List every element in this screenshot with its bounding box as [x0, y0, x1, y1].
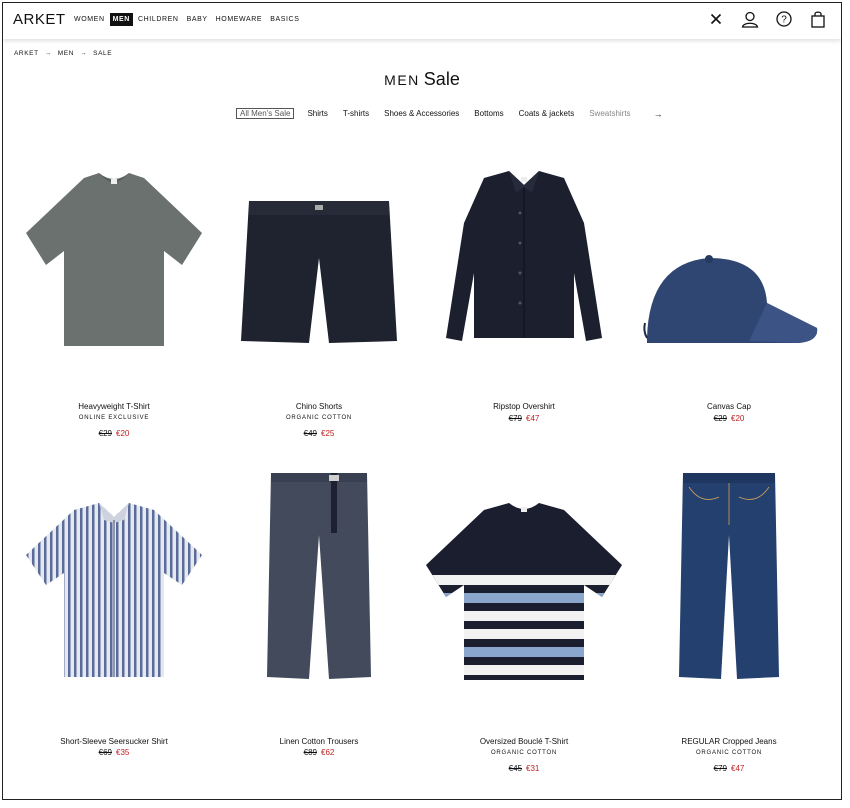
- breadcrumb-sale[interactable]: SALE: [93, 50, 112, 57]
- product-card[interactable]: Heavyweight T-Shirt ONLINE EXCLUSIVE €29…: [14, 163, 214, 443]
- old-price: €29: [713, 414, 727, 423]
- breadcrumb-men[interactable]: MEN: [58, 50, 74, 57]
- breadcrumb-arket[interactable]: ARKET: [14, 50, 39, 57]
- product-name[interactable]: Short-Sleeve Seersucker Shirt: [14, 737, 214, 746]
- nav-basics[interactable]: BASICS: [267, 13, 302, 26]
- product-price: €49 €25: [219, 429, 419, 438]
- product-name[interactable]: Linen Cotton Trousers: [219, 737, 419, 746]
- old-price: €49: [303, 429, 317, 438]
- sale-price: €20: [731, 414, 745, 423]
- product-name[interactable]: Ripstop Overshirt: [424, 402, 624, 411]
- product-card[interactable]: Linen Cotton Trousers €89 €62: [219, 465, 419, 785]
- svg-text:?: ?: [781, 15, 787, 26]
- product-price: €45 €31: [424, 764, 624, 773]
- arrow-right-icon: →: [80, 50, 88, 57]
- product-tag: ONLINE EXCLUSIVE: [78, 415, 150, 421]
- bag-icon[interactable]: [809, 10, 827, 28]
- product-name[interactable]: Chino Shorts: [219, 402, 419, 411]
- product-price: €89 €62: [219, 748, 419, 757]
- product-card[interactable]: Chino Shorts ORGANIC COTTON €49 €25: [219, 163, 419, 443]
- nav-men[interactable]: MEN: [109, 13, 133, 26]
- sale-price: €47: [526, 414, 540, 423]
- product-image-blue-jeans[interactable]: [629, 465, 829, 695]
- sale-price: €31: [526, 764, 540, 773]
- product-name[interactable]: REGULAR Cropped Jeans: [629, 737, 829, 746]
- product-name[interactable]: Canvas Cap: [629, 402, 829, 411]
- product-card[interactable]: Ripstop Overshirt €79 €47: [424, 163, 624, 443]
- old-price: €89: [303, 748, 317, 757]
- product-price: €29 €20: [14, 429, 214, 438]
- old-price: €29: [98, 429, 112, 438]
- product-image-striped-tshirt[interactable]: [424, 465, 624, 695]
- product-name[interactable]: Heavyweight T-Shirt: [14, 402, 214, 411]
- filter-coats-jackets[interactable]: Coats & jackets: [517, 108, 577, 119]
- scroll-right-arrow-icon[interactable]: →: [654, 109, 663, 119]
- product-card[interactable]: Short-Sleeve Seersucker Shirt €69 €35: [14, 465, 214, 785]
- close-icon[interactable]: [707, 10, 725, 28]
- product-price: €29 €20: [629, 414, 829, 423]
- help-icon[interactable]: ?: [775, 10, 793, 28]
- product-tag: ORGANIC COTTON: [285, 415, 353, 421]
- page-title-text: Sale: [423, 69, 460, 89]
- main-nav: WOMEN MEN CHILDREN BABY HOMEWARE BASICS: [71, 13, 302, 26]
- sale-price: €62: [321, 748, 335, 757]
- account-icon[interactable]: [741, 10, 759, 28]
- page-title: MEN Sale: [3, 69, 841, 90]
- filter-sweatshirts[interactable]: Sweatshirts: [587, 108, 632, 119]
- site-header: ARKET WOMEN MEN CHILDREN BABY HOMEWARE B…: [3, 3, 841, 39]
- header-icons: ?: [707, 10, 827, 28]
- sale-price: €47: [731, 764, 745, 773]
- nav-baby[interactable]: BABY: [184, 13, 211, 26]
- product-image-navy-overshirt[interactable]: [424, 163, 624, 393]
- nav-homeware[interactable]: HOMEWARE: [213, 13, 266, 26]
- filter-all-mens-sale[interactable]: All Men's Sale: [236, 108, 295, 119]
- product-card[interactable]: REGULAR Cropped Jeans ORGANIC COTTON €79…: [629, 465, 829, 785]
- product-price: €79 €47: [629, 764, 829, 773]
- arrow-right-icon: →: [44, 50, 52, 57]
- old-price: €79: [508, 414, 522, 423]
- product-name[interactable]: Oversized Bouclé T-Shirt: [424, 737, 624, 746]
- arket-logo[interactable]: ARKET: [13, 11, 66, 28]
- old-price: €69: [98, 748, 112, 757]
- filter-shoes-accessories[interactable]: Shoes & Accessories: [382, 108, 461, 119]
- filter-shirts[interactable]: Shirts: [305, 108, 329, 119]
- old-price: €45: [508, 764, 522, 773]
- sale-price: €20: [116, 429, 130, 438]
- filter-bottoms[interactable]: Bottoms: [472, 108, 505, 119]
- product-image-navy-shorts[interactable]: [219, 163, 419, 393]
- product-image-blue-cap[interactable]: [629, 163, 829, 393]
- breadcrumb: ARKET → MEN → SALE: [14, 50, 112, 57]
- product-image-striped-shirt[interactable]: [14, 465, 214, 695]
- nav-women[interactable]: WOMEN: [71, 13, 108, 26]
- product-image-grey-trousers[interactable]: [219, 465, 419, 695]
- nav-children[interactable]: CHILDREN: [135, 13, 182, 26]
- product-card[interactable]: Canvas Cap €29 €20: [629, 163, 829, 443]
- sale-price: €25: [321, 429, 335, 438]
- browser-frame: ARKET WOMEN MEN CHILDREN BABY HOMEWARE B…: [2, 2, 842, 800]
- sale-price: €35: [116, 748, 130, 757]
- product-tag: ORGANIC COTTON: [490, 750, 558, 756]
- product-image-grey-tshirt[interactable]: [14, 163, 214, 393]
- filter-tshirts[interactable]: T-shirts: [341, 108, 371, 119]
- product-card[interactable]: Oversized Bouclé T-Shirt ORGANIC COTTON …: [424, 465, 624, 785]
- product-price: €79 €47: [424, 414, 624, 423]
- page-title-prefix: MEN: [384, 72, 420, 88]
- product-tag: ORGANIC COTTON: [695, 750, 763, 756]
- old-price: €79: [713, 764, 727, 773]
- category-filters: All Men's Sale Shirts T-shirts Shoes & A…: [236, 108, 663, 119]
- product-price: €69 €35: [14, 748, 214, 757]
